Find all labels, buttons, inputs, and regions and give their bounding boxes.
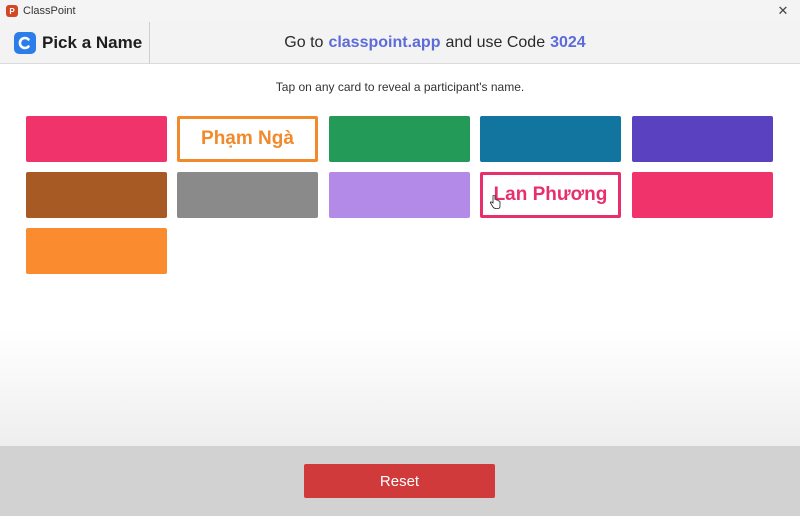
title-bar: P ClassPoint ✕ <box>0 0 800 22</box>
join-prefix: Go to <box>284 34 324 51</box>
powerpoint-icon: P <box>6 5 18 17</box>
revealed-name-card[interactable]: Lan Phương <box>480 172 621 218</box>
brand: Pick a Name <box>0 22 150 64</box>
join-instructions: Go to classpoint.app and use Code 3024 <box>150 22 800 64</box>
join-site: classpoint.app <box>328 34 441 51</box>
hidden-name-card[interactable] <box>26 228 167 274</box>
classpoint-logo-icon <box>14 32 36 54</box>
participant-name: Phạm Ngà <box>201 128 294 149</box>
instruction-text: Tap on any card to reveal a participant'… <box>275 80 525 94</box>
participant-name: Lan Phương <box>493 184 608 205</box>
hidden-name-card[interactable] <box>26 116 167 162</box>
hidden-name-card[interactable] <box>480 116 621 162</box>
header: Pick a Name Go to classpoint.app and use… <box>0 22 800 64</box>
join-middle: and use Code <box>445 34 546 51</box>
hidden-name-card[interactable] <box>329 172 470 218</box>
window-title: ClassPoint <box>23 5 76 17</box>
hidden-name-card[interactable] <box>26 172 167 218</box>
hidden-name-card[interactable] <box>632 116 773 162</box>
hidden-name-card[interactable] <box>632 172 773 218</box>
hidden-name-card[interactable] <box>177 172 318 218</box>
reset-button[interactable]: Reset <box>304 464 495 498</box>
hidden-name-card[interactable] <box>329 116 470 162</box>
revealed-name-card[interactable]: Phạm Ngà <box>177 116 318 162</box>
classpoint-window: P ClassPoint ✕ Pick a Name Go to classpo… <box>0 0 800 516</box>
class-code: 3024 <box>550 34 586 51</box>
page-title: Pick a Name <box>42 33 143 52</box>
close-icon[interactable]: ✕ <box>774 2 792 20</box>
hand-cursor-icon <box>489 195 501 209</box>
